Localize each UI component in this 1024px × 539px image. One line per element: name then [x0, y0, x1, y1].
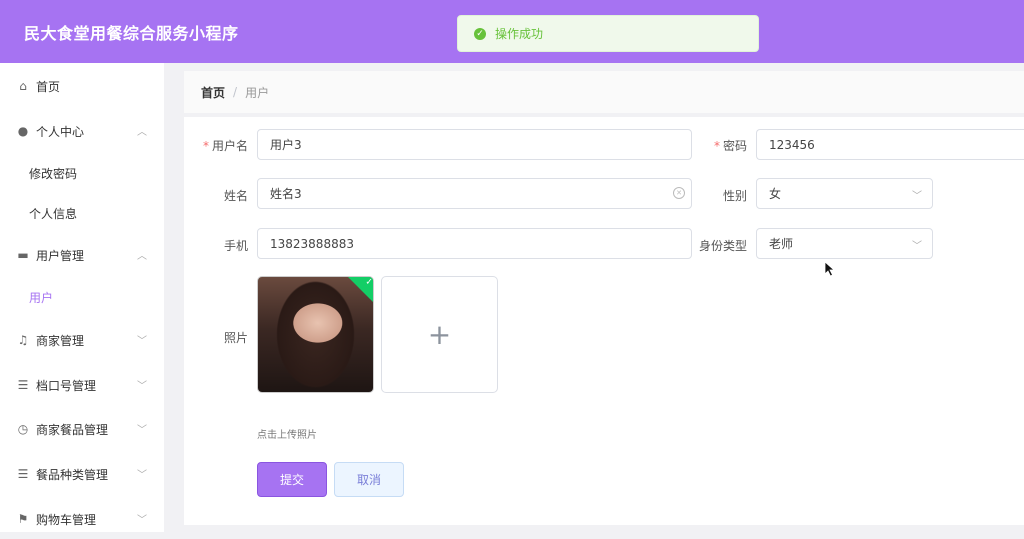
user-icon: ● [17, 124, 29, 138]
password-value: 123456 [769, 137, 815, 152]
upload-photo-button[interactable]: + [381, 276, 498, 393]
phone-value: 13823888883 [270, 236, 354, 251]
password-label: * 密码 [713, 139, 747, 153]
list-icon: ☰ [17, 467, 29, 481]
app-title: 民大食堂用餐综合服务小程序 [24, 24, 239, 43]
list-icon: ☰ [17, 378, 29, 392]
chevron-down-icon: ﹀ [912, 241, 922, 252]
breadcrumb: 首页 / 用户 [184, 71, 1024, 113]
bell-icon: ♫ [17, 333, 29, 347]
sidebar-item-stall-management[interactable]: ☰ 档口号管理 ﹀ [0, 365, 164, 405]
username-value: 用户3 [270, 138, 302, 152]
user-form: * 用户名 用户3 * 密码 123456 姓名 姓名3 ✕ 性别 女 ﹀ 手机 1… [184, 117, 1024, 525]
success-toast: ✓ 操作成功 [457, 15, 759, 52]
clear-icon[interactable]: ✕ [673, 187, 685, 199]
cancel-button[interactable]: 取消 [334, 462, 404, 497]
breadcrumb-home[interactable]: 首页 [201, 84, 225, 101]
name-value: 姓名3 [270, 187, 302, 201]
sidebar-item-label: 餐品种类管理 [36, 467, 109, 482]
sidebar: ⌂ 首页 ● 个人中心 ︿ 修改密码 个人信息 ▬ 用户管理 ︿ 用户 ♫ 商家… [0, 63, 164, 532]
gender-select[interactable]: 女 ﹀ [756, 178, 933, 209]
compass-icon: ◷ [17, 422, 29, 436]
sidebar-item-label: 购物车管理 [36, 512, 97, 527]
sidebar-item-label: 档口号管理 [36, 378, 97, 393]
toast-message: 操作成功 [495, 27, 544, 41]
check-icon: ✓ [365, 277, 374, 288]
chevron-up-icon: ︿ [137, 251, 147, 262]
identity-type-value: 老师 [769, 237, 794, 251]
name-label: 姓名 [223, 189, 248, 203]
chevron-down-icon: ﹀ [137, 470, 147, 481]
password-input[interactable]: 123456 [756, 129, 1024, 160]
upload-hint: 点击上传照片 [257, 430, 317, 441]
sidebar-item-merchant-dish-management[interactable]: ◷ 商家餐品管理 ﹀ [0, 409, 164, 449]
identity-type-select[interactable]: 老师 ﹀ [756, 228, 933, 259]
sidebar-item-label: 商家管理 [36, 333, 85, 348]
chevron-up-icon: ︿ [137, 127, 147, 138]
sidebar-subitem-personal-info[interactable]: 个人信息 [29, 205, 77, 222]
chevron-down-icon: ﹀ [137, 336, 147, 347]
sidebar-item-label: 个人中心 [36, 124, 85, 139]
home-icon: ⌂ [19, 79, 27, 93]
username-label: * 用户名 [202, 139, 248, 153]
sidebar-item-home[interactable]: ⌂ 首页 [0, 66, 164, 106]
sidebar-item-label: 首页 [36, 79, 61, 94]
sidebar-item-cart-management[interactable]: ⚑ 购物车管理 ﹀ [0, 499, 164, 539]
uploaded-photo[interactable]: ✓ [257, 276, 374, 393]
upload-success-badge: ✓ [347, 277, 374, 305]
identity-type-label: 身份类型 [698, 239, 747, 253]
flag-icon: ⚑ [17, 512, 29, 526]
chevron-down-icon: ﹀ [912, 191, 922, 202]
phone-label: 手机 [223, 239, 248, 253]
name-input[interactable]: 姓名3 ✕ [257, 178, 692, 209]
submit-button[interactable]: 提交 [257, 462, 327, 497]
sidebar-subitem-users[interactable]: 用户 [29, 289, 53, 306]
sidebar-item-label: 用户管理 [36, 248, 85, 263]
plus-icon: + [427, 318, 452, 351]
sidebar-subitem-change-password[interactable]: 修改密码 [29, 165, 77, 182]
sidebar-item-personal-center[interactable]: ● 个人中心 ︿ [0, 111, 164, 151]
chevron-down-icon: ﹀ [137, 515, 147, 526]
phone-input[interactable]: 13823888883 [257, 228, 692, 259]
chevron-down-icon: ﹀ [137, 381, 147, 392]
chevron-down-icon: ﹀ [137, 425, 147, 436]
username-input[interactable]: 用户3 [257, 129, 692, 160]
photo-label: 照片 [223, 331, 248, 345]
breadcrumb-separator: / [233, 85, 238, 99]
sidebar-item-user-management[interactable]: ▬ 用户管理 ︿ [0, 235, 164, 275]
gender-label: 性别 [722, 189, 747, 203]
briefcase-icon: ▬ [17, 248, 29, 262]
check-circle-icon: ✓ [474, 27, 486, 40]
breadcrumb-current: 用户 [245, 85, 270, 100]
sidebar-item-dish-category-management[interactable]: ☰ 餐品种类管理 ﹀ [0, 454, 164, 494]
gender-value: 女 [769, 187, 782, 201]
sidebar-item-label: 商家餐品管理 [36, 422, 109, 437]
sidebar-item-merchant-management[interactable]: ♫ 商家管理 ﹀ [0, 320, 164, 360]
mouse-cursor-icon [825, 262, 836, 277]
